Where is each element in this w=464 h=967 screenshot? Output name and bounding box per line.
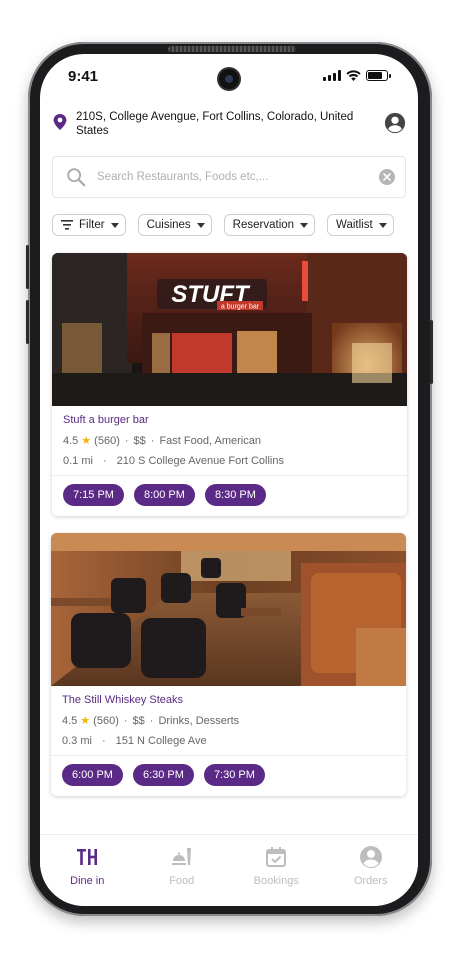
star-icon: ★ (80, 715, 91, 727)
time-slot-button[interactable]: 8:00 PM (133, 484, 195, 506)
waitlist-chip[interactable]: Waitlist (327, 214, 394, 236)
cuisine-list: Fast Food, American (159, 434, 261, 447)
distance: 0.1 mi (63, 455, 93, 467)
restaurant-photo-graphic: STUFT a burger bar (52, 253, 407, 406)
restaurant-location: 0.1 mi · 210 S College Avenue Fort Colli… (63, 455, 396, 467)
cuisine-list: Drinks, Desserts (158, 714, 240, 727)
time-slot-button[interactable]: 6:00 PM (62, 764, 123, 786)
price-level: $$ (132, 714, 145, 727)
nav-tab-dine-in[interactable]: Dine in (40, 835, 135, 906)
account-icon[interactable] (384, 112, 406, 134)
search-icon (67, 168, 86, 187)
signal-icon (323, 70, 341, 81)
chevron-down-icon (300, 222, 309, 228)
filter-chips: Filter Cuisines Reservation Waitlist (52, 214, 412, 236)
separator-dot: · (123, 714, 128, 727)
restaurant-card[interactable]: STUFT a burger bar Stuft a burger bar 4.… (52, 253, 407, 516)
review-count: (560) (93, 714, 119, 727)
price-level: $$ (133, 434, 146, 447)
restaurant-sign: STUFT a burger bar (157, 279, 267, 311)
star-icon: ★ (81, 435, 92, 447)
phone-speaker (168, 46, 296, 52)
restaurant-photo: STUFT a burger bar (52, 253, 407, 406)
nav-label: Food (169, 875, 195, 887)
app-screen: 9:41 210S, College Avengue, Fort Collins… (40, 54, 418, 906)
time-slots: 7:15 PM 8:00 PM 8:30 PM (63, 484, 396, 506)
chevron-down-icon (378, 222, 387, 228)
restaurant-photo-graphic (51, 533, 406, 686)
food-icon (171, 848, 191, 865)
time-slot-button[interactable]: 7:15 PM (63, 484, 124, 506)
wifi-icon (346, 70, 361, 81)
location-pin-icon (53, 114, 67, 130)
restaurant-photo (51, 533, 406, 686)
rating-value: 4.5 (62, 714, 78, 727)
status-bar: 9:41 (40, 54, 418, 98)
clear-icon[interactable] (379, 169, 395, 185)
time-slot-button[interactable]: 6:30 PM (132, 764, 194, 786)
restaurant-name[interactable]: Stuft a burger bar (63, 414, 396, 426)
restaurant-meta: 4.5 ★ (560) · $$ · Drinks, Desserts (62, 714, 395, 728)
battery-icon (366, 70, 391, 81)
nav-label: Bookings (253, 875, 299, 887)
separator-dot: · (150, 434, 155, 447)
filter-icon (61, 220, 73, 230)
search-input[interactable] (97, 171, 379, 183)
phone-power-button (430, 320, 433, 384)
front-camera (219, 69, 239, 89)
restaurant-card[interactable]: The Still Whiskey Steaks 4.5 ★ (560) · $… (51, 533, 406, 796)
rating-value: 4.5 (63, 434, 79, 447)
location-bar[interactable]: 210S, College Avengue, Fort Collins, Col… (52, 110, 406, 140)
nav-tab-bookings[interactable]: Bookings (229, 835, 324, 906)
cuisines-chip-label: Cuisines (146, 219, 191, 231)
sign-subtext: a burger bar (221, 304, 260, 311)
nav-tab-orders[interactable]: Orders (324, 835, 419, 906)
location-address: 210S, College Avengue, Fort Collins, Col… (76, 111, 354, 137)
search-bar[interactable] (52, 156, 406, 198)
separator-dot: · (102, 455, 107, 467)
restaurant-location: 0.3 mi · 151 N College Ave (62, 735, 395, 747)
street-address: 151 N College Ave (115, 735, 207, 747)
chevron-down-icon (110, 222, 119, 228)
phone-side-button (26, 245, 29, 289)
card-divider (51, 755, 406, 756)
card-divider (52, 475, 407, 476)
restaurant-name[interactable]: The Still Whiskey Steaks (62, 694, 395, 706)
time-slot-button[interactable]: 7:30 PM (203, 764, 265, 786)
chevron-down-icon (196, 222, 205, 228)
nav-label: Orders (353, 875, 388, 887)
distance: 0.3 mi (62, 735, 92, 747)
reservation-chip[interactable]: Reservation (223, 214, 316, 236)
status-icons (323, 70, 391, 81)
street-address: 210 S College Avenue Fort Collins (116, 455, 284, 467)
waitlist-chip-label: Waitlist (336, 219, 373, 231)
phone-side-button (26, 300, 29, 344)
calendar-check-icon (266, 847, 287, 867)
filter-chip-label: Filter (79, 219, 105, 231)
separator-dot: · (124, 434, 129, 447)
cuisines-chip[interactable]: Cuisines (137, 214, 212, 236)
time-slot-button[interactable]: 8:30 PM (204, 484, 266, 506)
review-count: (560) (94, 434, 120, 447)
account-circle-icon (359, 846, 382, 868)
bottom-navigation: Dine in Food Bookings Orders (40, 834, 418, 906)
separator-dot: · (149, 714, 154, 727)
dine-in-icon (77, 849, 98, 865)
time-slots: 6:00 PM 6:30 PM 7:30 PM (62, 764, 395, 786)
status-time: 9:41 (68, 68, 99, 85)
nav-tab-food[interactable]: Food (135, 835, 230, 906)
filter-chip[interactable]: Filter (52, 214, 126, 236)
nav-label: Dine in (70, 875, 105, 887)
restaurant-meta: 4.5 ★ (560) · $$ · Fast Food, American (63, 434, 396, 448)
separator-dot: · (101, 735, 106, 747)
reservation-chip-label: Reservation (232, 219, 295, 231)
